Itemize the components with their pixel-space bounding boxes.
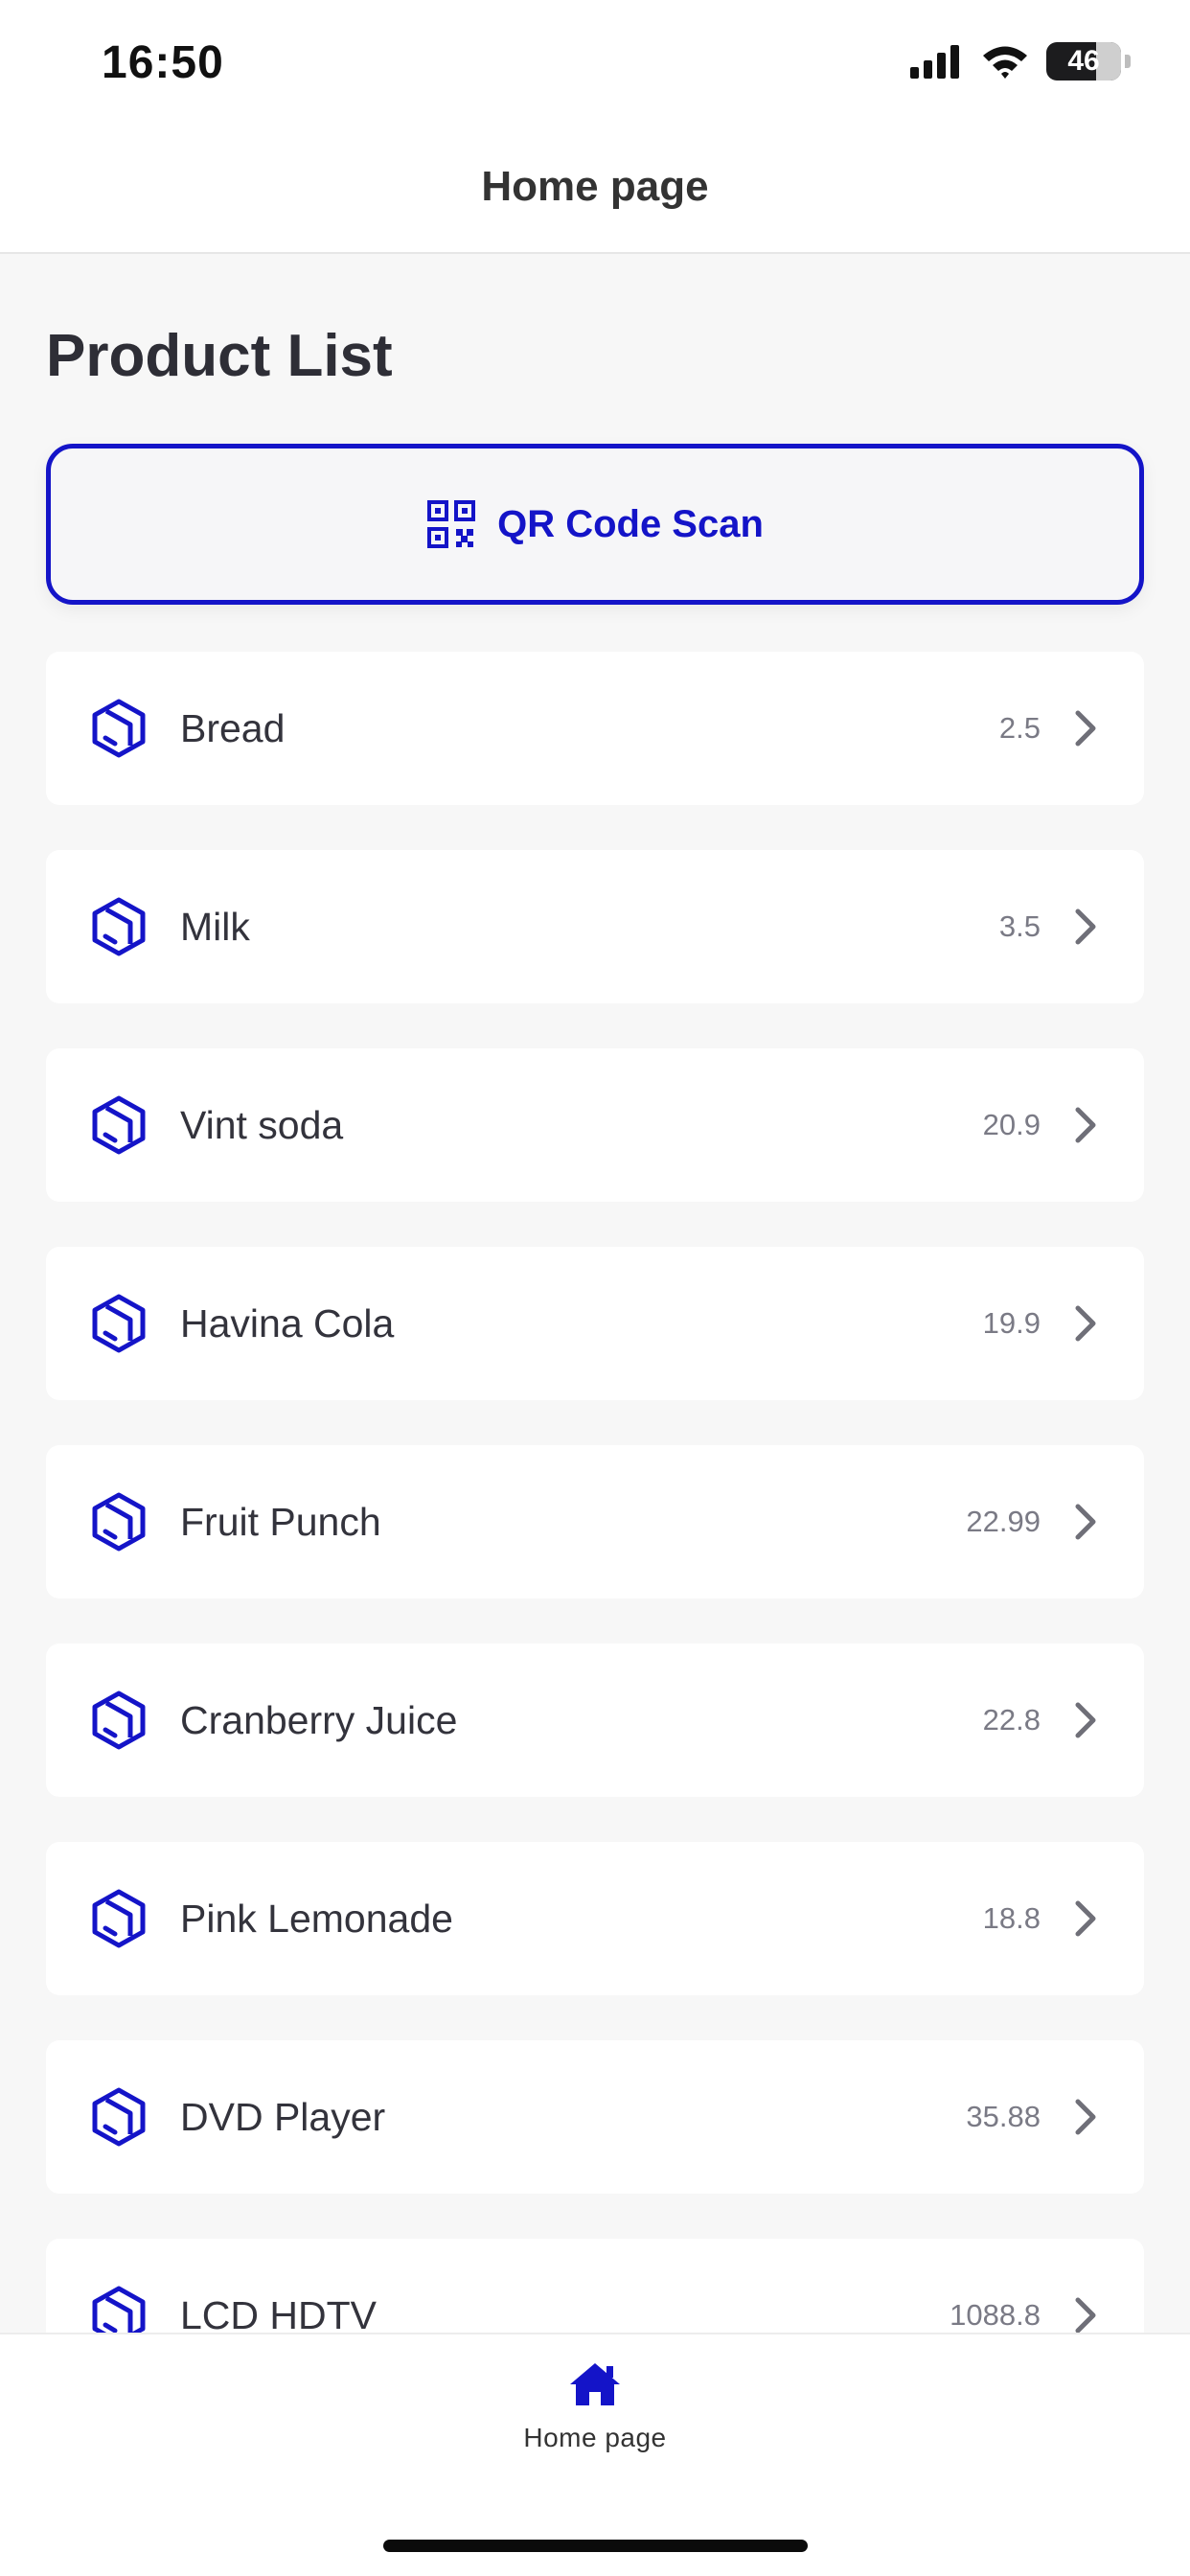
box-icon bbox=[88, 1690, 149, 1751]
product-row[interactable]: Havina Cola 19.9 bbox=[46, 1247, 1144, 1400]
product-row[interactable]: Vint soda 20.9 bbox=[46, 1048, 1144, 1202]
product-price: 18.8 bbox=[982, 1901, 1041, 1935]
header-title: Home page bbox=[481, 163, 709, 210]
page-title: Product List bbox=[46, 323, 393, 389]
tab-home[interactable]: Home page bbox=[499, 2361, 691, 2496]
product-price: 20.9 bbox=[982, 1108, 1041, 1141]
product-price: 19.9 bbox=[982, 1306, 1041, 1340]
qr-code-icon bbox=[427, 500, 476, 548]
box-icon bbox=[88, 1293, 149, 1354]
box-icon bbox=[88, 1888, 149, 1949]
tab-home-label: Home page bbox=[523, 2423, 667, 2452]
chevron-right-icon bbox=[1071, 1898, 1100, 1940]
product-row[interactable]: Fruit Punch 22.99 bbox=[46, 1445, 1144, 1598]
product-list: Bread 2.5 Milk 3.5 Vint soda 20.9 Havina Cola 1… bbox=[46, 652, 1144, 2437]
product-name: LCD HDTV bbox=[180, 2292, 378, 2337]
product-row[interactable]: DVD Player 35.88 bbox=[46, 2040, 1144, 2194]
box-icon bbox=[88, 698, 149, 759]
chevron-right-icon bbox=[1071, 2294, 1100, 2336]
battery-icon: 46 bbox=[1046, 42, 1121, 80]
product-row[interactable]: Cranberry Juice 22.8 bbox=[46, 1644, 1144, 1797]
status-icons: 46 bbox=[910, 42, 1131, 80]
product-price: 2.5 bbox=[998, 711, 1041, 745]
chevron-right-icon bbox=[1071, 1104, 1100, 1146]
battery-tip bbox=[1125, 55, 1131, 68]
product-row[interactable]: Bread 2.5 bbox=[46, 652, 1144, 805]
box-icon bbox=[88, 2086, 149, 2148]
bottom-tab-bar: Home page bbox=[0, 2333, 1190, 2576]
product-row[interactable]: Pink Lemonade 18.8 bbox=[46, 1842, 1144, 1995]
qr-code-scan-label: QR Code Scan bbox=[497, 502, 764, 545]
chevron-right-icon bbox=[1071, 1501, 1100, 1543]
product-name: Milk bbox=[180, 904, 250, 949]
wifi-icon bbox=[983, 46, 1027, 79]
chevron-right-icon bbox=[1071, 2096, 1100, 2138]
product-price: 3.5 bbox=[998, 909, 1041, 943]
product-name: Havina Cola bbox=[180, 1300, 395, 1346]
product-name: Vint soda bbox=[180, 1102, 344, 1147]
box-icon bbox=[88, 1094, 149, 1156]
product-price: 22.99 bbox=[966, 1505, 1041, 1538]
box-icon bbox=[88, 896, 149, 957]
product-name: DVD Player bbox=[180, 2094, 386, 2139]
qr-code-scan-button[interactable]: QR Code Scan bbox=[46, 444, 1144, 605]
home-icon bbox=[570, 2363, 620, 2405]
chevron-right-icon bbox=[1071, 707, 1100, 749]
chevron-right-icon bbox=[1071, 1302, 1100, 1345]
product-name: Fruit Punch bbox=[180, 1499, 381, 1544]
chevron-right-icon bbox=[1071, 906, 1100, 948]
cellular-signal-icon bbox=[910, 45, 959, 79]
home-indicator bbox=[383, 2540, 808, 2552]
battery-level: 46 bbox=[1067, 45, 1100, 77]
screen: 16:50 46 Home page Product List QR Code … bbox=[0, 0, 1190, 2576]
product-name: Pink Lemonade bbox=[180, 1896, 453, 1941]
product-row[interactable]: Milk 3.5 bbox=[46, 850, 1144, 1003]
box-icon bbox=[88, 1491, 149, 1552]
product-price: 35.88 bbox=[966, 2100, 1041, 2133]
product-name: Cranberry Juice bbox=[180, 1697, 458, 1742]
product-price: 22.8 bbox=[982, 1703, 1041, 1736]
status-time: 16:50 bbox=[102, 37, 224, 88]
product-name: Bread bbox=[180, 705, 286, 750]
product-price: 1088.8 bbox=[950, 2298, 1041, 2332]
top-bar: 16:50 46 Home page bbox=[0, 0, 1190, 254]
chevron-right-icon bbox=[1071, 1699, 1100, 1741]
